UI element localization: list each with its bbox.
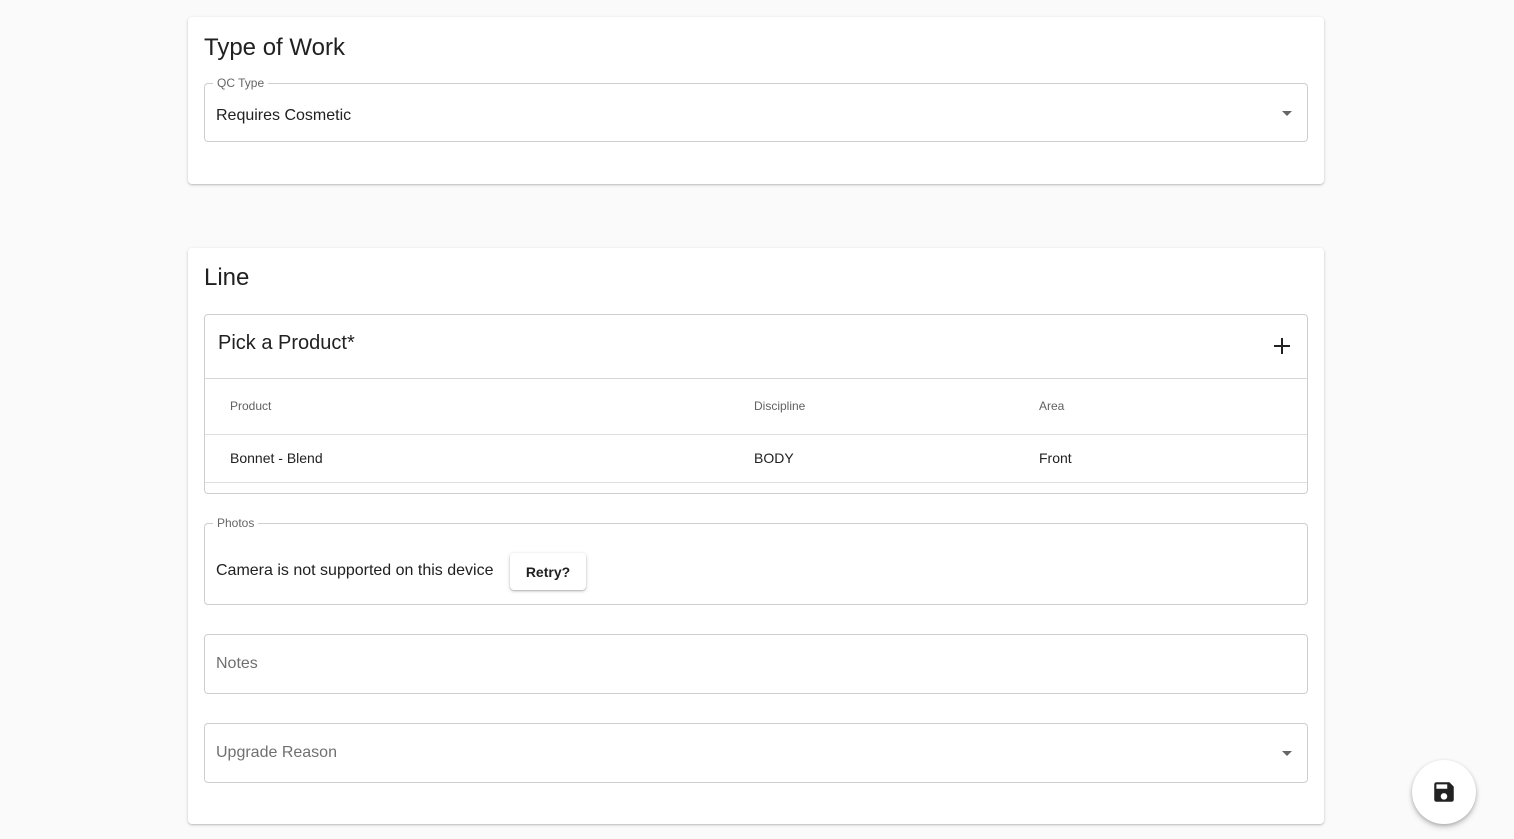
chevron-down-icon: [1282, 751, 1292, 756]
camera-unsupported-message: Camera is not supported on this device: [216, 562, 494, 579]
retry-button[interactable]: Retry?: [510, 553, 586, 590]
type-of-work-card: Type of Work QC Type Requires Cosmetic: [188, 17, 1324, 184]
line-title: Line: [204, 264, 250, 291]
cell-product: Bonnet - Blend: [230, 450, 323, 466]
qc-type-value: Requires Cosmetic: [216, 107, 352, 124]
upgrade-reason-placeholder: Upgrade Reason: [216, 744, 337, 761]
photos-label: Photos: [213, 516, 259, 530]
column-header-discipline: Discipline: [754, 399, 806, 413]
plus-icon[interactable]: [1273, 337, 1291, 355]
line-card: Line Pick a Product* Product Discipline …: [188, 248, 1324, 824]
table-header-row: Product Discipline Area: [205, 379, 1307, 435]
save-icon: [1434, 782, 1454, 802]
table-row[interactable]: Bonnet - Blend BODY Front: [205, 435, 1307, 483]
upgrade-reason-select[interactable]: Upgrade Reason: [204, 723, 1308, 783]
photos-field: Photos Camera is not supported on this d…: [204, 516, 1308, 605]
column-header-area: Area: [1039, 399, 1065, 413]
notes-placeholder: Notes: [216, 655, 258, 672]
save-button[interactable]: [1412, 760, 1476, 824]
pick-product-title: Pick a Product*: [218, 332, 355, 354]
chevron-down-icon: [1282, 111, 1292, 116]
type-of-work-title: Type of Work: [204, 34, 345, 61]
cell-area: Front: [1039, 450, 1072, 466]
pick-product-panel: Pick a Product* Product Discipline Area …: [204, 314, 1308, 494]
product-table: Product Discipline Area Bonnet - Blend B…: [205, 378, 1307, 483]
cell-discipline: BODY: [754, 450, 794, 466]
qc-type-select[interactable]: QC Type Requires Cosmetic: [204, 76, 1308, 142]
notes-field[interactable]: Notes: [204, 634, 1308, 694]
column-header-product: Product: [230, 399, 272, 413]
qc-type-label: QC Type: [213, 76, 269, 90]
